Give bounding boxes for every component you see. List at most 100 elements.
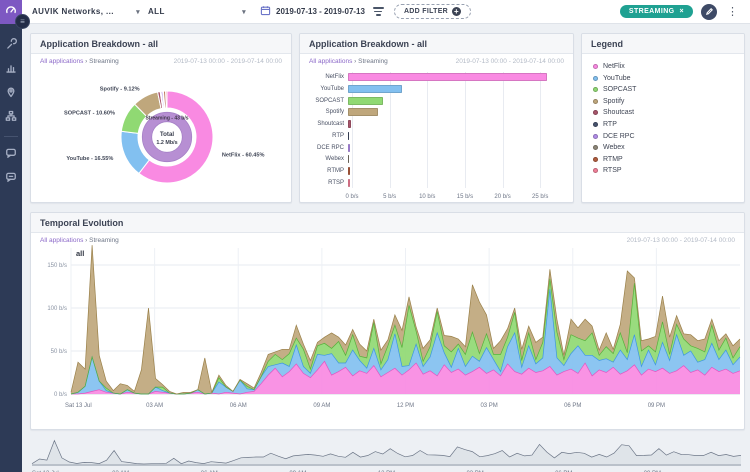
bar-track	[348, 144, 559, 152]
legend-label: Webex	[603, 144, 625, 151]
sidebar-item-chat[interactable]	[0, 143, 22, 167]
y-axis-tick-label: 0 b/s	[54, 392, 67, 398]
bar-row[interactable]: YouTube	[306, 84, 559, 94]
bar-value[interactable]	[348, 108, 378, 116]
kebab-menu-icon[interactable]: ⋮	[725, 5, 740, 18]
legend-label: Shoutcast	[603, 109, 634, 116]
bar-row[interactable]: Webex	[306, 154, 559, 164]
sidebar-item-reports[interactable]	[0, 58, 22, 82]
legend-color-dot	[593, 168, 598, 173]
bar-value[interactable]	[348, 97, 383, 105]
filter-list-icon[interactable]	[373, 7, 384, 15]
breadcrumb-sep: ›	[85, 58, 87, 65]
bar-track	[348, 155, 559, 163]
bar-value[interactable]	[348, 167, 350, 175]
pencil-icon	[705, 3, 714, 21]
calendar-icon	[260, 3, 271, 21]
bar-row[interactable]: DCE RPC	[306, 143, 559, 153]
scope-selector[interactable]: ALL ▾	[148, 7, 246, 16]
breadcrumb-link[interactable]: All applications	[309, 58, 352, 65]
donut-slice-label: YouTube - 16.55%	[66, 156, 113, 162]
bar-value[interactable]	[348, 144, 350, 152]
bar-value[interactable]	[348, 155, 349, 163]
date-range-value: 2019-07-13 - 2019-07-13	[276, 7, 365, 16]
breadcrumb-sep: ›	[354, 58, 356, 65]
breadcrumb-current: Streaming	[358, 58, 388, 65]
breadcrumb-link[interactable]: All applications	[40, 58, 83, 65]
bar-row[interactable]: RTSP	[306, 178, 559, 188]
bar-value[interactable]	[348, 73, 547, 81]
overview-brush-chart[interactable]: Sat 13 Jul03 AM06 AM09 AM12 PM03 PM06 PM…	[30, 436, 745, 472]
scope-selector-value: ALL	[148, 7, 165, 16]
sidebar-item-feedback[interactable]	[0, 167, 22, 191]
legend-color-dot	[593, 99, 598, 104]
bar-row[interactable]: RTP	[306, 131, 559, 141]
breadcrumb: All applications › Streaming	[309, 58, 388, 65]
sidebar-item-tools[interactable]	[0, 34, 22, 58]
edit-dashboard-button[interactable]	[701, 4, 717, 20]
add-filter-label: ADD FILTER	[404, 8, 448, 15]
chevron-down-icon: ▾	[242, 8, 246, 16]
donut-slice-label: SOPCAST - 10.60%	[64, 111, 115, 117]
date-range-picker[interactable]: 2019-07-13 - 2019-07-13	[260, 3, 365, 21]
bar-category-label: Shoutcast	[306, 121, 348, 127]
bar-row[interactable]: Shoutcast	[306, 119, 559, 129]
breadcrumb-current: Streaming	[89, 237, 119, 244]
breadcrumb: All applications › Streaming	[40, 58, 119, 65]
sidebar-item-topology[interactable]	[0, 106, 22, 130]
plot-series-label: all	[76, 249, 84, 258]
legend-color-dot	[593, 157, 598, 162]
legend-label: Spotify	[603, 98, 624, 105]
legend-color-dot	[593, 76, 598, 81]
active-filter-label: STREAMING	[629, 8, 675, 15]
panel-timerange: 2019-07-13 00:00 - 2019-07-14 00:00	[456, 58, 564, 65]
sidebar-item-locations[interactable]	[0, 82, 22, 106]
panel-title: Application Breakdown - all	[300, 34, 573, 54]
bar-track	[348, 108, 559, 116]
bar-value[interactable]	[348, 179, 350, 187]
bar-category-label: RTSP	[306, 180, 348, 186]
tenant-selector[interactable]: AUVIK Networks, ... ▾	[32, 7, 140, 16]
bar-row[interactable]: NetFlix	[306, 72, 559, 82]
donut-center-title: Total	[160, 131, 175, 138]
x-axis-tick-label: 20 b/s	[494, 194, 510, 200]
overview-area	[32, 441, 741, 464]
add-filter-button[interactable]: ADD FILTER +	[394, 4, 471, 19]
plus-icon: +	[452, 7, 461, 16]
breadcrumb-link[interactable]: All applications	[40, 237, 83, 244]
overview-chart-svg[interactable]: Sat 13 Jul03 AM06 AM09 AM12 PM03 PM06 PM…	[30, 436, 743, 472]
bar-category-label: DCE RPC	[306, 145, 348, 151]
bar-row[interactable]: Spotify	[306, 107, 559, 117]
bar-row[interactable]: SOPCAST	[306, 96, 559, 106]
chat-edit-icon	[5, 170, 17, 188]
donut-chart[interactable]: Streaming - 43 b/s Total 1.2 Mb/sNetFlix…	[31, 65, 291, 201]
bar-value[interactable]	[348, 85, 402, 93]
chevron-down-icon: ▾	[136, 8, 140, 16]
bar-category-label: SOPCAST	[306, 98, 348, 104]
legend-color-dot	[593, 145, 598, 150]
bar-value[interactable]	[348, 120, 351, 128]
active-filter-chip[interactable]: STREAMING ×	[620, 5, 693, 18]
bar-category-label: YouTube	[306, 86, 348, 92]
bar-category-label: Webex	[306, 156, 348, 162]
bar-track	[348, 85, 559, 93]
panel-legend: Legend NetFlixYouTubeSOPCASTSpotifyShout…	[581, 33, 745, 203]
bar-track	[348, 167, 559, 175]
bar-value[interactable]	[348, 132, 349, 140]
legend-list: NetFlixYouTubeSOPCASTSpotifyShoutcastRTP…	[582, 54, 744, 188]
legend-color-dot	[593, 122, 598, 127]
legend-item: RTMP	[593, 156, 733, 163]
legend-color-dot	[593, 110, 598, 115]
panel-title: Application Breakdown - all	[31, 34, 291, 54]
legend-label: RTMP	[603, 156, 623, 163]
close-icon[interactable]: ×	[680, 8, 685, 15]
donut-slice[interactable]	[166, 91, 167, 108]
x-axis-tick-label: 09 AM	[313, 403, 330, 409]
sidebar-collapse-toggle[interactable]: ≡	[15, 14, 30, 29]
temporal-evolution-chart[interactable]: 0 b/s 50 b/s 100 b/s 150 b/s Sat 13 Jul …	[31, 244, 744, 424]
bar-category-label: RTMP	[306, 168, 348, 174]
bar-track	[348, 120, 559, 128]
bar-row[interactable]: RTMP	[306, 166, 559, 176]
bar-chart[interactable]: 0 b/s5 b/s10 b/s15 b/s20 b/s25 b/s NetFl…	[306, 72, 563, 204]
bar-category-label: Spotify	[306, 109, 348, 115]
